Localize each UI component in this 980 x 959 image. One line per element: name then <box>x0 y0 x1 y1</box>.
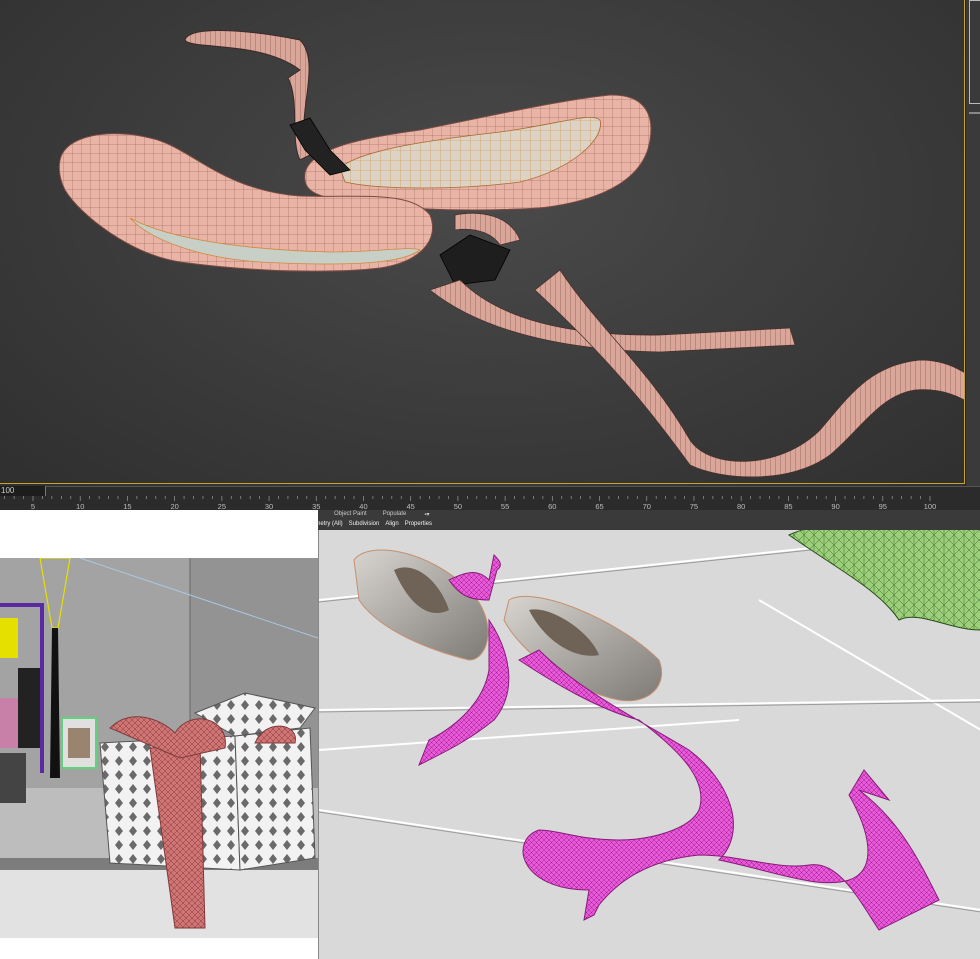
tab-populate[interactable]: Populate <box>383 511 407 520</box>
frame-counter[interactable]: 100 <box>0 486 46 496</box>
render-scene-gift-box[interactable] <box>0 558 318 938</box>
command-panel-edge <box>965 0 980 486</box>
tool-geometry-all[interactable]: ometry (All) <box>312 521 343 530</box>
tool-properties[interactable]: Properties <box>405 521 432 530</box>
ribbon-menu-icon[interactable]: ▪▾ <box>424 511 429 520</box>
panel-divider <box>969 112 980 114</box>
tab-object-paint[interactable]: Object Paint <box>334 511 367 520</box>
gift-box-render <box>0 558 318 938</box>
timeline-ruler[interactable]: 5 10 15 20 25 30 35 40 45 50 55 60 65 70 75 80 85 90 95 100 <box>0 496 980 511</box>
ribbon-tool-row: ometry (All) Subdivision Align Propertie… <box>312 521 438 530</box>
active-viewport-border <box>0 0 965 484</box>
color-swatch[interactable] <box>969 0 980 104</box>
ribbon-tabs: Object Paint Populate ▪▾ <box>318 511 430 520</box>
perspective-viewport-bottom-right[interactable] <box>318 510 980 959</box>
tool-align[interactable]: Align <box>385 521 398 530</box>
tool-subdivision[interactable]: Subdivision <box>349 521 380 530</box>
floor-scene-ballet-shoes <box>319 510 980 959</box>
